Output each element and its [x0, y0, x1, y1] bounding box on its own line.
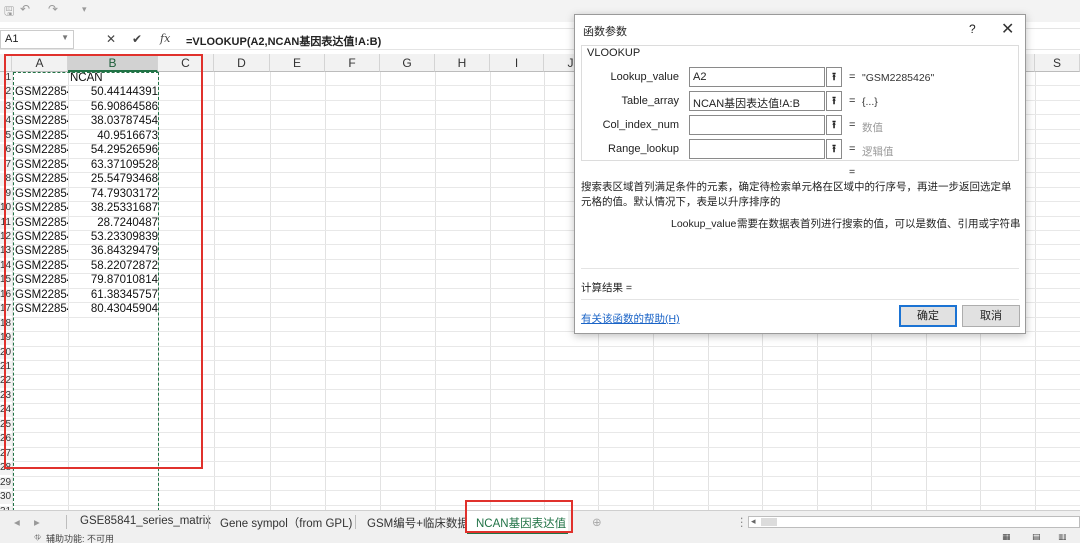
redo-icon[interactable]: ↷	[48, 2, 58, 16]
column-header-i[interactable]: I	[490, 54, 544, 72]
tab-series-matrix[interactable]: GSE85841_series_matrix	[80, 515, 211, 527]
column-header-g[interactable]: G	[380, 54, 435, 72]
grid-line	[270, 72, 271, 510]
collapse-dialog-icon[interactable]: ⭱	[826, 139, 842, 159]
column-header-h[interactable]: H	[435, 54, 490, 72]
function-result-equals: =	[849, 166, 856, 178]
grid-line	[435, 72, 436, 510]
collapse-dialog-icon[interactable]: ⭱	[826, 67, 842, 87]
tab-separator	[66, 515, 67, 529]
column-header-f[interactable]: F	[325, 54, 380, 72]
grid-line	[490, 72, 491, 510]
page-break-icon[interactable]: ▥	[1058, 534, 1067, 542]
close-icon[interactable]: ✕	[1001, 19, 1014, 39]
undo-icon[interactable]: ↶	[20, 2, 30, 16]
ok-button[interactable]: 确定	[899, 305, 957, 327]
accessibility-icon: ⛗	[34, 534, 42, 542]
highlight-box-tab	[465, 500, 573, 533]
arg-help-text: 需要在数据表首列进行搜索的值，可以是数值、引用或字符串	[737, 218, 1021, 230]
arg-input-table-array[interactable]: NCAN基因表达值!A:B	[689, 91, 825, 111]
formula-input[interactable]: =VLOOKUP(A2,NCAN基因表达值!A:B)	[186, 33, 381, 49]
function-name: VLOOKUP	[585, 47, 643, 59]
tab-bar-menu-icon[interactable]: ⋮	[736, 515, 748, 529]
enter-formula-icon[interactable]: ✔	[132, 32, 142, 46]
save-icon[interactable]: 🖫	[4, 2, 14, 23]
insert-function-icon[interactable]: fx	[160, 32, 170, 45]
collapse-dialog-icon[interactable]: ⭱	[826, 115, 842, 135]
row-header[interactable]: 30	[0, 491, 12, 504]
name-box[interactable]: A1 ▼	[0, 30, 74, 49]
grid-line	[325, 72, 326, 510]
help-question-icon[interactable]: ?	[969, 22, 976, 36]
accessibility-status[interactable]: 辅助功能: 不可用	[46, 534, 114, 543]
grid-line	[544, 72, 545, 510]
add-sheet-icon[interactable]: ⊕	[592, 515, 602, 529]
arg-input-col-index-num[interactable]	[689, 115, 825, 135]
scrollbar-thumb[interactable]	[761, 518, 777, 526]
tab-gene-sympol[interactable]: Gene sympol（from GPL)	[220, 515, 352, 531]
arg-equals: =	[849, 71, 856, 83]
arg-equals: =	[849, 143, 856, 155]
grid-line	[12, 475, 1080, 477]
column-header-s[interactable]: S	[1035, 54, 1080, 72]
page-layout-icon[interactable]: ▤	[1032, 534, 1041, 542]
function-arguments-dialog: 函数参数 ? ✕ VLOOKUP Lookup_value A2 ⭱ = "GSM228…	[574, 14, 1026, 334]
arg-label: Table_array	[621, 95, 679, 107]
sheet-tab-bar: ◂ ▸ GSE85841_series_matrix Gene sympol（f…	[0, 500, 1080, 535]
dialog-title: 函数参数	[583, 26, 627, 38]
grid-line	[380, 72, 381, 510]
normal-view-icon[interactable]: ▦	[1002, 534, 1011, 542]
cancel-formula-icon[interactable]: ✕	[106, 32, 116, 46]
arg-label: Range_lookup	[608, 143, 679, 155]
divider	[581, 299, 1019, 300]
grid-line	[214, 72, 215, 510]
highlight-box-data	[4, 54, 203, 469]
customize-qat-icon[interactable]: ▾	[82, 4, 87, 15]
collapse-dialog-icon[interactable]: ⭱	[826, 91, 842, 111]
grid-line	[12, 490, 1080, 492]
scroll-tabs-left-icon[interactable]: ◂	[14, 515, 20, 529]
arg-label: Lookup_value	[610, 71, 679, 83]
tab-separator	[355, 515, 356, 529]
grid-line	[1035, 72, 1036, 510]
arg-equals: =	[849, 95, 856, 107]
arg-help-name: Lookup_value	[671, 218, 737, 230]
status-bar: ⛗ 辅助功能: 不可用 ▦ ▤ ▥	[0, 534, 1080, 543]
arg-label: Col_index_num	[602, 119, 679, 131]
arg-input-range-lookup[interactable]	[689, 139, 825, 159]
scroll-left-icon[interactable]: ◂	[751, 516, 756, 527]
function-help-link[interactable]: 有关该函数的帮助(H)	[581, 311, 680, 326]
divider	[581, 268, 1019, 269]
row-header[interactable]: 29	[0, 476, 12, 490]
arg-result: 逻辑值	[862, 146, 894, 158]
cancel-button[interactable]: 取消	[962, 305, 1020, 327]
tab-gsm-clinical[interactable]: GSM编号+临床数据	[367, 515, 469, 531]
horizontal-scrollbar[interactable]: ◂	[748, 516, 1080, 528]
name-box-value: A1	[5, 33, 19, 45]
scroll-tabs-right-icon[interactable]: ▸	[34, 515, 40, 529]
calc-result-label: 计算结果 =	[581, 282, 633, 294]
tab-separator	[208, 515, 209, 529]
column-header-e[interactable]: E	[270, 54, 325, 72]
arg-result: {...}	[862, 96, 878, 108]
arg-result: "GSM2285426"	[862, 72, 935, 84]
function-description: 搜索表区域首列满足条件的元素，确定待检索单元格在区域中的行序号，再进一步返回选定…	[581, 181, 1012, 208]
arg-result: 数值	[862, 122, 883, 134]
arg-input-lookup-value[interactable]: A2	[689, 67, 825, 87]
column-header-d[interactable]: D	[214, 54, 270, 72]
arg-equals: =	[849, 119, 856, 131]
chevron-down-icon[interactable]: ▼	[61, 33, 69, 42]
